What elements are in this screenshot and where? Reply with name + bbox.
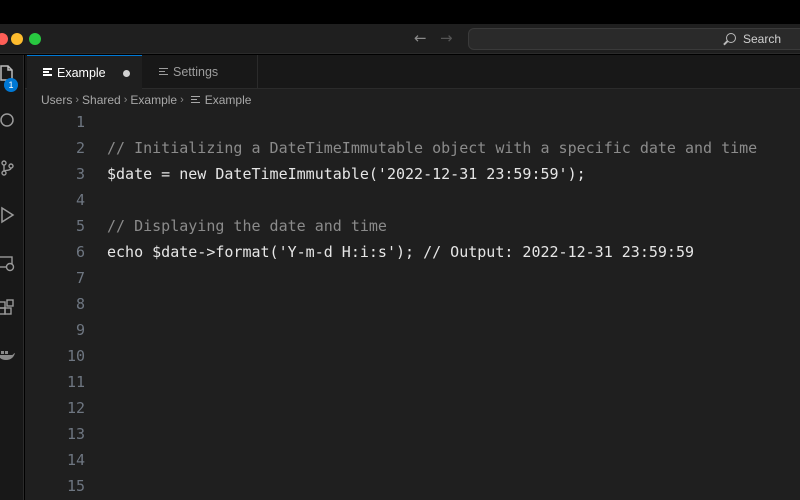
activity-bar: 1 bbox=[0, 55, 24, 500]
unsaved-dot-icon[interactable] bbox=[123, 70, 130, 77]
close-window-button[interactable] bbox=[0, 33, 8, 45]
chevron-right-icon: › bbox=[75, 94, 80, 106]
explorer-badge: 1 bbox=[4, 78, 18, 92]
line-number: 11 bbox=[66, 373, 85, 391]
code-editor[interactable]: 1 2 3 4 5 6 7 8 9 10 11 12 13 14 15 // Initializing a … bbox=[25, 111, 800, 500]
file-lines-icon bbox=[43, 68, 52, 77]
line-number: 1 bbox=[75, 113, 85, 131]
command-center-search[interactable]: Search bbox=[468, 28, 800, 50]
source-control-icon[interactable] bbox=[0, 158, 16, 178]
tab-settings[interactable]: Settings bbox=[143, 55, 258, 89]
line-number: 10 bbox=[66, 347, 85, 365]
code-line[interactable]: echo $date->format('Y-m-d H:i:s'); // Ou… bbox=[107, 243, 694, 261]
run-debug-icon[interactable] bbox=[0, 205, 16, 225]
tab-label: Example bbox=[57, 65, 106, 80]
breadcrumb: Users › Shared › Example › Example bbox=[25, 89, 800, 111]
back-arrow-icon[interactable]: ← bbox=[414, 29, 427, 47]
chevron-right-icon: › bbox=[180, 94, 184, 106]
search-label: Search bbox=[743, 32, 782, 46]
tab-example[interactable]: Example bbox=[27, 55, 142, 89]
line-number: 14 bbox=[66, 451, 85, 469]
line-number-gutter: 1 2 3 4 5 6 7 8 9 10 11 12 13 14 15 bbox=[25, 111, 85, 500]
search-icon[interactable] bbox=[0, 111, 16, 131]
line-number: 2 bbox=[75, 139, 85, 157]
minimize-window-button[interactable] bbox=[11, 33, 23, 45]
title-bar: ← → Search bbox=[0, 24, 800, 54]
line-number: 7 bbox=[75, 269, 85, 287]
file-lines-icon bbox=[159, 67, 168, 77]
file-lines-icon bbox=[190, 95, 200, 105]
tab-label: Settings bbox=[173, 65, 219, 79]
docker-icon[interactable] bbox=[0, 345, 16, 365]
breadcrumb-item[interactable]: Example bbox=[130, 93, 177, 107]
editor-tab-bar: Example Settings bbox=[25, 55, 800, 89]
code-line[interactable]: // Displaying the date and time bbox=[107, 217, 387, 235]
maximize-window-button[interactable] bbox=[29, 33, 41, 45]
remote-explorer-icon[interactable] bbox=[0, 253, 16, 273]
line-number: 6 bbox=[75, 243, 85, 261]
code-line[interactable]: $date = new DateTimeImmutable('2022-12-3… bbox=[107, 165, 586, 183]
code-line[interactable]: // Initializing a DateTimeImmutable obje… bbox=[107, 139, 757, 157]
line-number: 9 bbox=[75, 321, 85, 339]
top-black-strip bbox=[0, 0, 800, 24]
line-number: 4 bbox=[75, 191, 85, 209]
search-icon bbox=[726, 33, 736, 43]
breadcrumb-item[interactable]: Example bbox=[205, 93, 252, 107]
extensions-icon[interactable] bbox=[0, 299, 16, 319]
line-number: 15 bbox=[66, 477, 85, 495]
breadcrumb-item[interactable]: Users bbox=[41, 93, 72, 107]
line-number: 8 bbox=[75, 295, 85, 313]
line-number: 12 bbox=[66, 399, 85, 417]
line-number: 5 bbox=[75, 217, 85, 235]
line-number: 13 bbox=[66, 425, 85, 443]
line-number: 3 bbox=[75, 165, 85, 183]
chevron-right-icon: › bbox=[123, 94, 128, 106]
breadcrumb-item[interactable]: Shared bbox=[82, 93, 121, 107]
forward-arrow-icon[interactable]: → bbox=[440, 29, 453, 47]
